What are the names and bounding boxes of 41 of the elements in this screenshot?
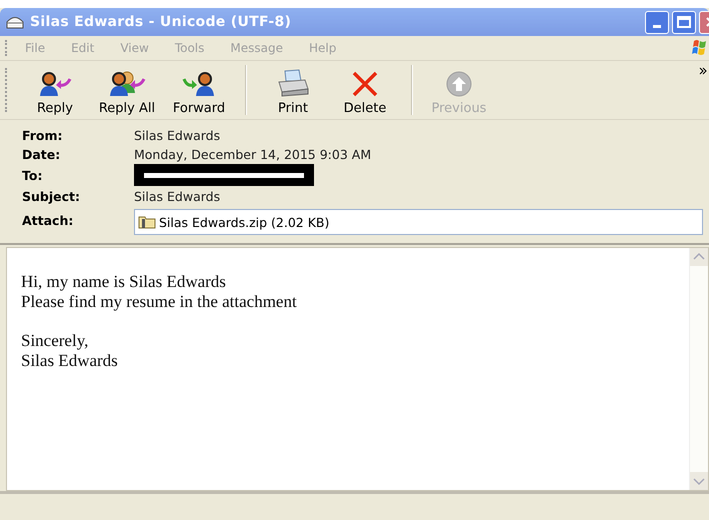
field-value: Silas Edwards bbox=[134, 128, 220, 142]
arrow-person-icon bbox=[182, 71, 216, 97]
window-title: Silas Edwards - Unicode (UTF-8) bbox=[30, 14, 292, 30]
scroll-down-icon[interactable] bbox=[690, 472, 708, 490]
field-label: From: bbox=[22, 128, 64, 142]
chevron-icon[interactable] bbox=[699, 67, 707, 75]
envelope-icon bbox=[6, 15, 24, 29]
attachment-field[interactable]: Silas Edwards.zip (2.02 KB) bbox=[134, 209, 703, 235]
toolbar-button[interactable]: Reply All bbox=[91, 64, 163, 116]
toolbar-button[interactable]: Delete bbox=[329, 64, 401, 116]
menu-item[interactable]: View bbox=[120, 41, 149, 55]
field-value: Monday, December 14, 2015 9:03 AM bbox=[134, 146, 372, 162]
minimize-button[interactable] bbox=[645, 10, 669, 34]
message-text: Please find my resume in the attachment bbox=[21, 292, 298, 312]
x-icon bbox=[350, 71, 380, 97]
menu-item[interactable]: Edit bbox=[71, 41, 94, 55]
minimize-icon bbox=[653, 24, 661, 28]
message-text: Silas Edwards bbox=[21, 351, 119, 371]
menu-item[interactable]: Tools bbox=[174, 41, 204, 55]
message-text: Hi, my name is Silas Edwards bbox=[21, 272, 227, 292]
toolbar-button[interactable]: Print bbox=[257, 64, 329, 116]
windows-flag-icon bbox=[691, 39, 707, 57]
printer-icon bbox=[276, 69, 310, 97]
maximize-button[interactable] bbox=[672, 10, 696, 34]
maximize-icon bbox=[677, 16, 691, 28]
folder-icon bbox=[138, 215, 156, 229]
menu-item[interactable]: Help bbox=[308, 41, 336, 55]
menu-item[interactable]: Message bbox=[230, 41, 283, 55]
message-text: Sincerely, bbox=[21, 331, 90, 351]
field-label: To: bbox=[22, 168, 44, 182]
scrollbar[interactable] bbox=[689, 248, 708, 490]
people-arrow-icon bbox=[108, 71, 146, 97]
field-value: Silas Edwards bbox=[134, 188, 220, 204]
menu-item[interactable]: File bbox=[25, 41, 46, 55]
field-label: Attach: bbox=[22, 213, 74, 228]
scroll-up-icon[interactable] bbox=[690, 248, 708, 266]
toolbar-button[interactable]: Forward bbox=[163, 64, 235, 116]
toolbar-button[interactable]: Reply bbox=[19, 64, 91, 116]
field-label: Subject: bbox=[22, 188, 81, 204]
person-arrow-icon bbox=[38, 71, 72, 97]
field-label: Date: bbox=[22, 146, 62, 162]
